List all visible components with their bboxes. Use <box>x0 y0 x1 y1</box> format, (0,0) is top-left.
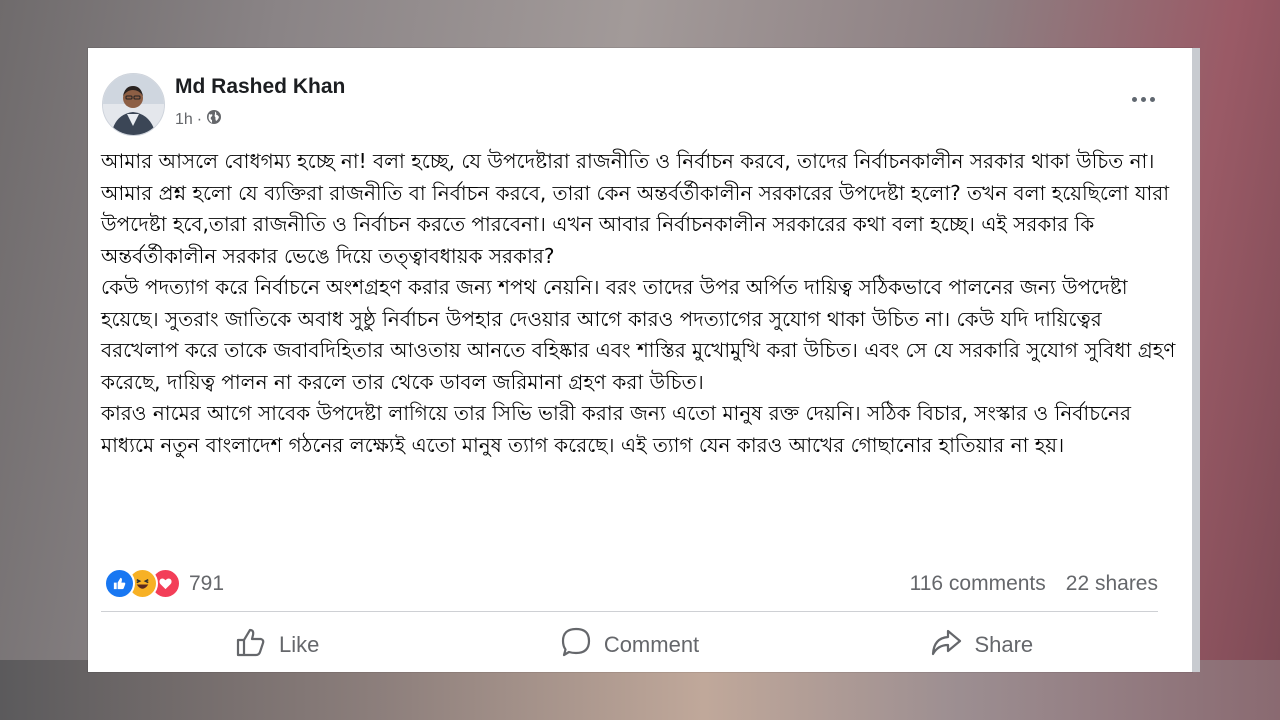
comment-label: Comment <box>603 632 700 657</box>
comment-bubble-icon <box>560 626 592 664</box>
author-name[interactable]: Md Rashed Khan <box>175 75 345 99</box>
avatar[interactable] <box>102 73 165 136</box>
action-bar: Like Comment Share <box>101 620 1158 670</box>
avatar-image <box>103 74 164 135</box>
card-edge-shadow <box>1192 48 1200 672</box>
thumbs-up-icon <box>235 627 267 663</box>
post-text: আমার আসলে বোধগম্য হচ্ছে না! বলা হচ্ছে, য… <box>101 149 1176 457</box>
divider <box>101 611 1158 612</box>
post-meta: 1h · <box>175 109 222 130</box>
reactions-summary[interactable]: 791 <box>104 568 224 599</box>
more-options-icon[interactable] <box>1128 88 1158 110</box>
comment-button[interactable]: Comment <box>453 620 805 670</box>
reaction-count: 791 <box>189 571 225 595</box>
shares-count[interactable]: 22 shares <box>1066 572 1158 596</box>
like-button[interactable]: Like <box>101 620 453 670</box>
like-icon <box>104 568 135 599</box>
comments-count[interactable]: 116 comments <box>910 572 1046 596</box>
post-time[interactable]: 1h <box>175 111 193 129</box>
globe-icon <box>206 109 222 130</box>
meta-separator: · <box>196 110 203 128</box>
facebook-post-card: Md Rashed Khan 1h · আমার আসলে বোধগম্য হচ… <box>88 48 1192 672</box>
like-label: Like <box>278 632 320 657</box>
engagement-stats: 116 comments 22 shares <box>910 572 1158 596</box>
share-label: Share <box>974 632 1034 657</box>
share-button[interactable]: Share <box>806 620 1158 670</box>
share-arrow-icon <box>930 627 962 663</box>
